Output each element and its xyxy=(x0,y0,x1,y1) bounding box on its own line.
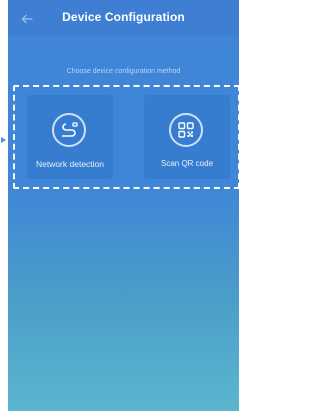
highlight-frame xyxy=(13,85,239,189)
title-bar: Device Configuration xyxy=(8,0,239,36)
instruction-text: Choose device configuration method xyxy=(66,68,181,75)
app-screen: Device Configuration Choose device confi… xyxy=(8,0,239,411)
pointer-arrow-icon xyxy=(1,137,6,143)
page-title: Device Configuration xyxy=(62,10,185,24)
